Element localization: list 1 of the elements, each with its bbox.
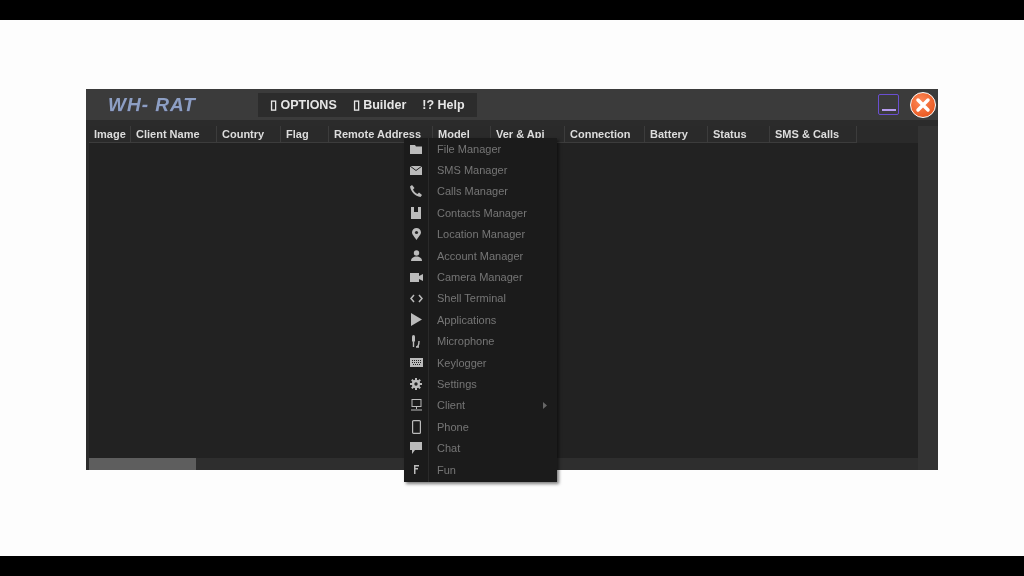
app-logo: WH- RAT — [108, 93, 197, 116]
